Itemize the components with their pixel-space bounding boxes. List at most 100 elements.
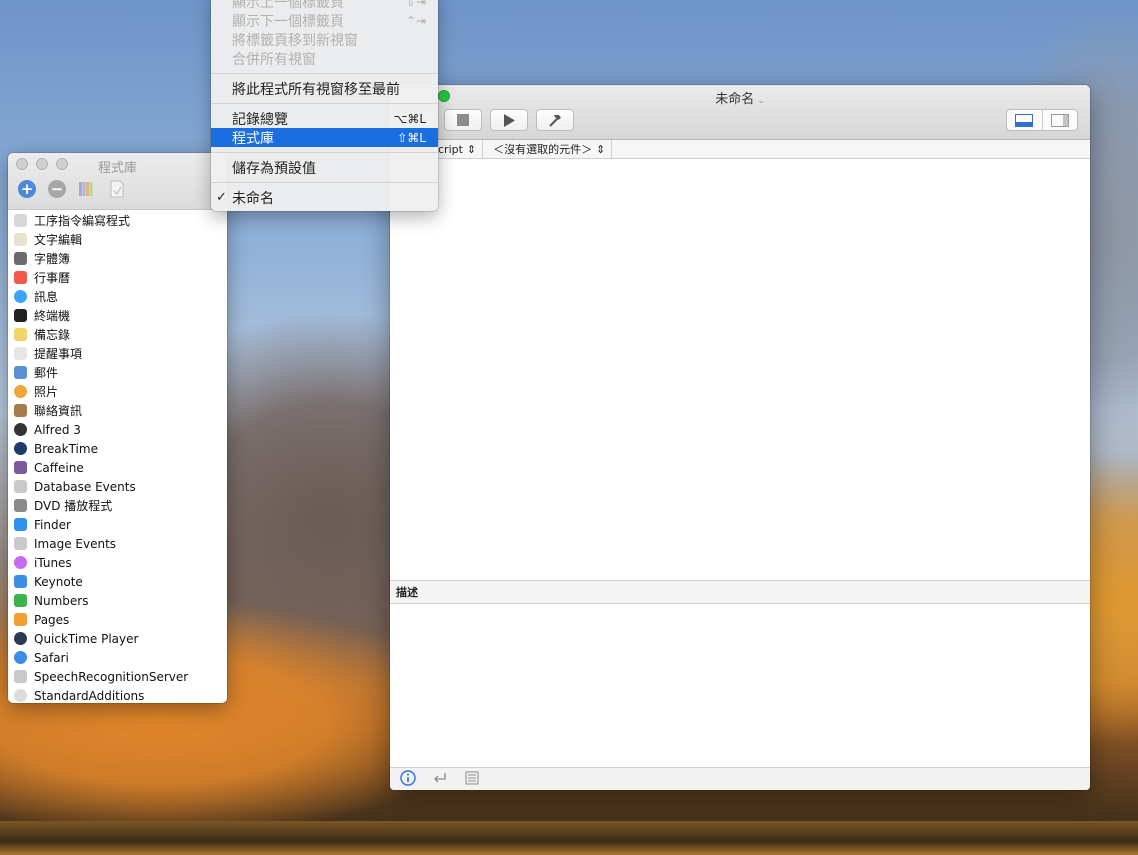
mail-icon (14, 366, 27, 379)
menu-item-label: 合併所有視窗 (232, 51, 316, 68)
remove-library-button[interactable]: − (47, 179, 67, 199)
menu-separator (211, 182, 438, 183)
play-icon (504, 113, 515, 127)
library-item-label: 聯絡資訊 (34, 404, 83, 418)
library-item-label: 備忘錄 (34, 328, 71, 342)
library-title: 程式庫 (97, 161, 137, 176)
menu-separator (211, 103, 438, 104)
library-item[interactable]: QuickTime Player (8, 629, 227, 648)
window-menu: 顯示上一個標籤頁 ⌃⇧⇥ 顯示下一個標籤頁 ⌃⇥ 將標籤頁移到新視窗 合併所有視窗 將此程式… (211, 0, 438, 211)
add-library-button[interactable]: + (17, 179, 37, 199)
language-label: cript (438, 142, 463, 156)
library-item[interactable]: Image Events (8, 534, 227, 553)
menu-item[interactable]: 程式庫 ⇧⌘L (211, 128, 438, 147)
info-icon (400, 769, 416, 786)
library-item[interactable]: 備忘錄 (8, 325, 227, 344)
script-editor-icon (14, 214, 27, 227)
library-item-label: 工序指令編寫程式 (34, 214, 131, 228)
element-selector[interactable]: ＜沒有選取的元件＞ ⇕ (483, 140, 613, 158)
library-item[interactable]: Database Events (8, 477, 227, 496)
library-item-label: 文字編輯 (34, 233, 83, 247)
up-down-chevron-icon: ⇕ (596, 142, 606, 156)
library-item[interactable]: 文字編輯 (8, 230, 227, 249)
textedit-icon (14, 233, 27, 246)
menu-item: 顯示下一個標籤頁 ⌃⇥ (211, 11, 438, 30)
menu-item[interactable]: 記錄總覽 ⌥⌘L (211, 109, 438, 128)
library-item-label: iTunes (34, 555, 72, 570)
library-item[interactable]: DVD 播放程式 (8, 496, 227, 515)
library-item-label: Caffeine (34, 460, 84, 475)
library-item[interactable]: iTunes (8, 553, 227, 572)
itunes-icon (14, 556, 27, 569)
menu-separator (211, 73, 438, 74)
reply-button[interactable] (432, 770, 448, 789)
library-item[interactable]: 訊息 (8, 287, 227, 306)
up-down-chevron-icon: ⇕ (466, 142, 477, 156)
library-item-label: Pages (34, 612, 70, 627)
library-toolbar: + − (17, 179, 127, 199)
library-item[interactable]: SpeechRecognitionServer (8, 667, 227, 686)
library-item[interactable]: Pages (8, 610, 227, 629)
menu-item-label: 將此程式所有視窗移至最前 (232, 81, 400, 98)
menu-item-label: 將標籤頁移到新視窗 (232, 32, 358, 49)
library-item-label: 字體簿 (34, 252, 71, 266)
desktop-lake (0, 821, 1138, 855)
library-item[interactable]: 提醒事項 (8, 344, 227, 363)
hammer-icon (549, 115, 561, 127)
library-item[interactable]: Numbers (8, 591, 227, 610)
library-item[interactable]: 工序指令編寫程式 (8, 211, 227, 230)
compile-button[interactable] (536, 109, 574, 131)
library-books-icon (79, 182, 93, 196)
calendar-icon (14, 271, 27, 284)
list-icon (465, 771, 479, 784)
library-item[interactable]: 終端機 (8, 306, 227, 325)
library-item[interactable]: BreakTime (8, 439, 227, 458)
library-item[interactable]: 照片 (8, 382, 227, 401)
event-log-button[interactable] (464, 770, 480, 789)
info-button[interactable] (400, 769, 416, 789)
menu-item-label: 未命名 (232, 190, 274, 207)
run-button[interactable] (490, 109, 528, 131)
library-item[interactable]: 郵件 (8, 363, 227, 382)
library-item-label: Image Events (34, 536, 117, 551)
library-item[interactable]: Safari (8, 648, 227, 667)
document-title[interactable]: 未命名 ⌄ (390, 88, 1090, 107)
menu-item-shortcut: ⇧⌘L (397, 130, 426, 145)
library-item[interactable]: Finder (8, 515, 227, 534)
menu-item-label: 儲存為預設值 (232, 160, 316, 177)
reminders-icon (14, 347, 27, 360)
new-script-button[interactable] (107, 179, 127, 199)
finder-icon (14, 518, 27, 531)
dvd-player-icon (14, 499, 27, 512)
library-item[interactable]: Keynote (8, 572, 227, 591)
minus-icon: − (48, 180, 66, 198)
menu-item-shortcut: ⌃⇧⇥ (395, 0, 426, 9)
library-item-label: 終端機 (34, 309, 71, 323)
library-item-label: QuickTime Player (34, 631, 139, 646)
show-bottom-pane-button[interactable] (1007, 110, 1042, 130)
library-item-label: Numbers (34, 593, 89, 608)
menu-item[interactable]: 儲存為預設值 (211, 158, 438, 177)
library-item-label: BreakTime (34, 441, 98, 456)
stop-button[interactable] (444, 109, 482, 131)
library-item[interactable]: 字體簿 (8, 249, 227, 268)
library-item[interactable]: 聯絡資訊 (8, 401, 227, 420)
menu-item[interactable]: ✓ 未命名 (211, 188, 438, 207)
library-item[interactable]: StandardAdditions (8, 686, 227, 703)
speech-recognition-icon (14, 670, 27, 683)
library-item[interactable]: Alfred 3 (8, 420, 227, 439)
library-item-label: 郵件 (34, 366, 59, 380)
library-item[interactable]: Caffeine (8, 458, 227, 477)
library-item-label: Finder (34, 517, 71, 532)
element-selector-label: ＜沒有選取的元件＞ (493, 143, 593, 156)
menu-item-label: 記錄總覽 (232, 111, 288, 128)
menu-item-label: 程式庫 (232, 130, 274, 147)
library-item-label: 行事曆 (34, 271, 71, 285)
description-text-area[interactable] (390, 604, 1090, 768)
checkmark-icon: ✓ (216, 190, 227, 205)
library-item[interactable]: 行事曆 (8, 268, 227, 287)
show-side-pane-button[interactable] (1041, 110, 1078, 130)
open-dictionary-button[interactable] (77, 179, 97, 199)
menu-item[interactable]: 將此程式所有視窗移至最前 (211, 79, 438, 98)
script-text-area[interactable] (390, 159, 1090, 580)
